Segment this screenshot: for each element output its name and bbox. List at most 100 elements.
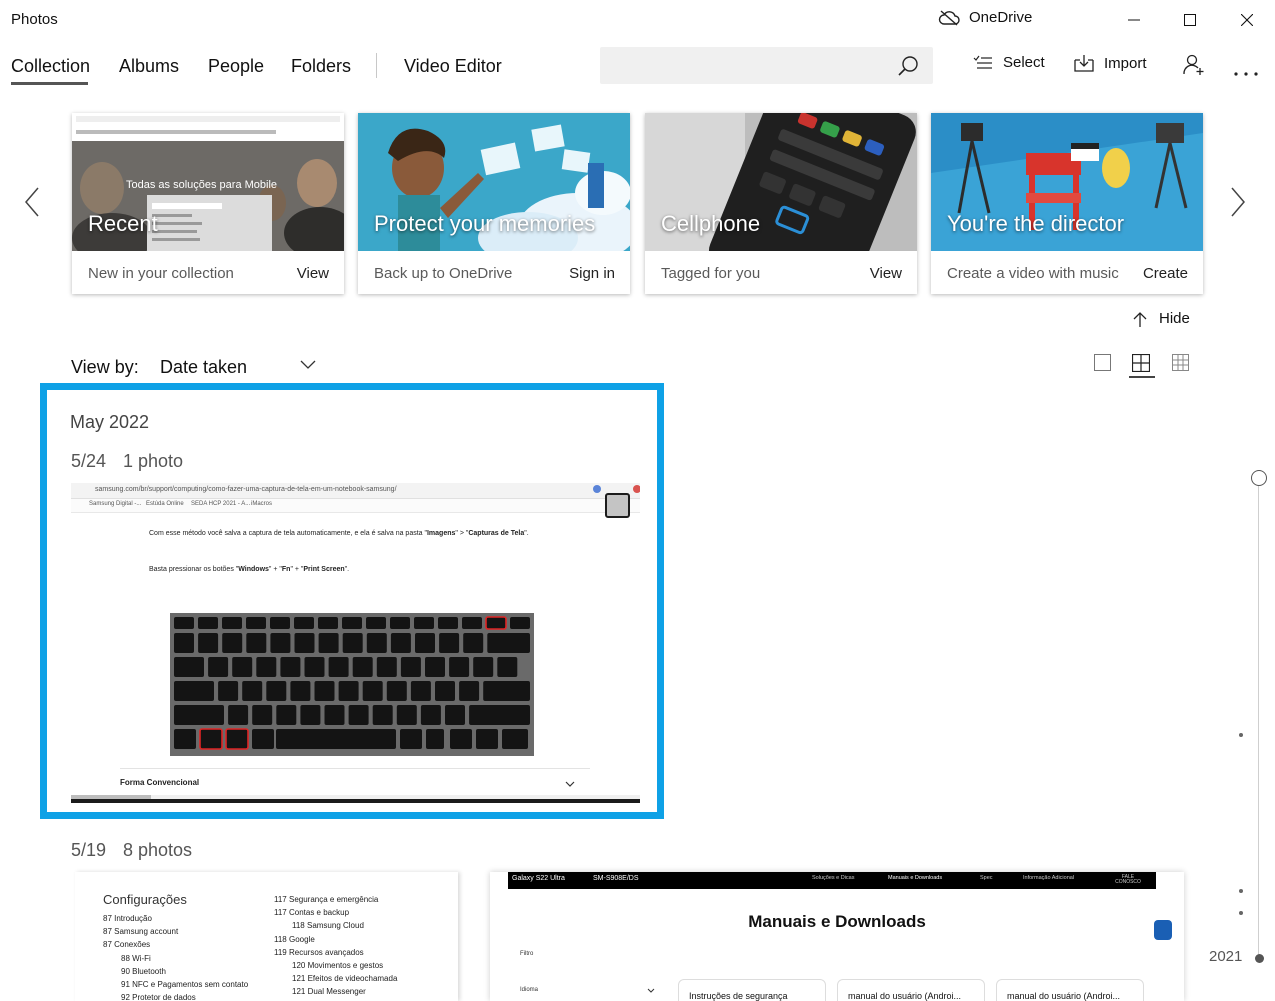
index-entry: 121 Efeitos de videochamada	[292, 974, 398, 984]
tab-folders[interactable]: Folders	[291, 56, 351, 77]
photo3-nav-item: Informação Adicional	[1023, 875, 1075, 881]
card-director[interactable]: You're the director Create a video with …	[931, 113, 1203, 294]
tab-video-editor[interactable]: Video Editor	[404, 56, 502, 77]
card-protect-memories[interactable]: Protect your memories Back up to OneDriv…	[358, 113, 630, 294]
search-icon[interactable]	[897, 55, 919, 77]
photo3-doc-card: Instruções de segurança	[678, 979, 826, 1001]
timeline-year-dot	[1255, 954, 1264, 963]
keyboard-key	[338, 681, 359, 701]
keyboard-key	[218, 681, 239, 701]
carousel-next-button[interactable]	[1230, 186, 1246, 223]
photo1-text: Com esse método você salva a captura de …	[149, 530, 427, 537]
keyboard-key	[256, 657, 277, 677]
keyboard-key	[415, 633, 435, 653]
keyboard-key	[463, 633, 484, 653]
import-icon	[1074, 55, 1094, 72]
onedrive-button[interactable]: OneDrive	[938, 9, 1032, 26]
carousel-prev-button[interactable]	[24, 186, 40, 223]
photo1-text: " + "	[268, 566, 282, 573]
card-director-create-button[interactable]: Create	[1143, 265, 1188, 282]
timeline-year[interactable]: 2021	[1209, 948, 1242, 965]
card-recent[interactable]: Todas as soluções para Mobile Recent New…	[72, 113, 344, 294]
photo3-nav-item: Manuais e Downloads	[888, 875, 943, 881]
photo3-doc-title: manual do usuário (Androi...	[1007, 991, 1121, 1001]
card-recent-view-button[interactable]: View	[297, 265, 329, 282]
photo3-nav-item: Soluções e Dicas	[812, 875, 855, 881]
checkbox-icon[interactable]	[605, 493, 630, 518]
photo3-doc-title: Instruções de segurança	[689, 991, 788, 1001]
profile-dot-icon	[593, 485, 601, 493]
small-grid-button[interactable]	[1172, 354, 1189, 376]
card-protect-signin-button[interactable]: Sign in	[569, 265, 615, 282]
keyboard-key	[342, 633, 363, 653]
keyboard-key	[222, 633, 243, 653]
index-entry: 117 Contas e backup	[274, 908, 350, 918]
index-entry: 121 Dual Messenger	[292, 987, 366, 997]
keyboard-key	[386, 681, 407, 701]
keyboard-key	[174, 705, 224, 725]
keyboard-key	[362, 681, 383, 701]
keyboard-key	[252, 729, 274, 749]
date-heading[interactable]: 5/24	[71, 451, 106, 472]
hide-cards-button[interactable]: Hide	[1133, 310, 1190, 327]
select-button[interactable]: Select	[973, 54, 1045, 71]
card-cellphone-title: Cellphone	[661, 211, 761, 236]
photo1-section-title: Forma Convencional	[120, 778, 200, 787]
photo1-text: ".	[524, 530, 529, 537]
single-view-icon	[1094, 354, 1111, 371]
chevron-down-icon[interactable]	[300, 360, 316, 370]
search-input[interactable]	[600, 47, 933, 84]
more-options-button[interactable]	[1233, 64, 1259, 82]
photo3-nav-item: FALE CONOSCO	[1115, 874, 1141, 885]
keyboard-key	[485, 616, 507, 630]
medium-grid-button[interactable]	[1131, 353, 1151, 377]
onedrive-label: OneDrive	[969, 9, 1033, 26]
index-entry: 117 Segurança e emergência	[274, 895, 379, 904]
keyboard-key	[425, 657, 445, 677]
keyboard-key	[366, 617, 386, 629]
single-view-button[interactable]	[1094, 354, 1111, 376]
card-cellphone-subtitle: Tagged for you	[661, 265, 761, 282]
view-by-label: View by:	[71, 357, 139, 377]
photo3-idioma: Idioma	[520, 987, 539, 993]
keyboard-key	[318, 633, 339, 653]
keyboard-key	[270, 633, 291, 653]
select-list-icon	[973, 55, 992, 69]
keyboard-key	[304, 657, 325, 677]
photo-thumbnail[interactable]: samsung.com/br/support/computing/como-fa…	[71, 483, 640, 803]
keyboard-key	[502, 729, 528, 749]
maximize-button[interactable]	[1162, 0, 1218, 40]
card-recent-subtitle: New in your collection	[88, 265, 234, 282]
record-dot-icon	[633, 485, 640, 493]
close-button[interactable]	[1219, 0, 1275, 40]
keyboard-key	[462, 617, 482, 629]
keyboard-key	[208, 657, 229, 677]
card-director-title: You're the director	[947, 211, 1125, 236]
tab-collection[interactable]: Collection	[11, 56, 90, 77]
date-heading[interactable]: 5/19	[71, 840, 106, 861]
keyboard-key	[314, 681, 335, 701]
minimize-button[interactable]	[1106, 0, 1162, 40]
add-person-button[interactable]	[1183, 54, 1205, 81]
index-entry: 87 Introdução	[103, 914, 152, 923]
index-entry: 87 Samsung account	[103, 927, 179, 937]
keyboard-key	[174, 633, 194, 653]
timeline-scrubber[interactable]	[1251, 470, 1267, 486]
chevron-down-icon	[565, 781, 575, 787]
photo3-model: Galaxy S22 Ultra	[512, 875, 565, 882]
tab-people[interactable]: People	[208, 56, 264, 77]
keyboard-key	[174, 617, 194, 629]
view-by-dropdown[interactable]: Date taken	[160, 357, 247, 378]
keyboard-key	[414, 617, 434, 629]
card-cellphone[interactable]: Cellphone Tagged for you View	[645, 113, 917, 294]
tab-albums[interactable]: Albums	[119, 56, 179, 77]
photo-thumbnail[interactable]: Galaxy S22 Ultra SM-S908E/DS Soluções e …	[490, 872, 1184, 1001]
index-entry: 87 Conexões	[103, 940, 151, 950]
keyboard-key	[300, 705, 321, 725]
import-button[interactable]: Import	[1074, 54, 1147, 72]
keyboard-key	[232, 657, 253, 677]
card-recent-overlay-text: Todas as soluções para Mobile	[126, 179, 278, 191]
photo-thumbnail[interactable]: Configurações 87 Introdução 87 Samsung ac…	[75, 872, 458, 1001]
card-cellphone-view-button[interactable]: View	[870, 265, 902, 282]
photo1-text-bold: Imagens	[426, 530, 456, 537]
